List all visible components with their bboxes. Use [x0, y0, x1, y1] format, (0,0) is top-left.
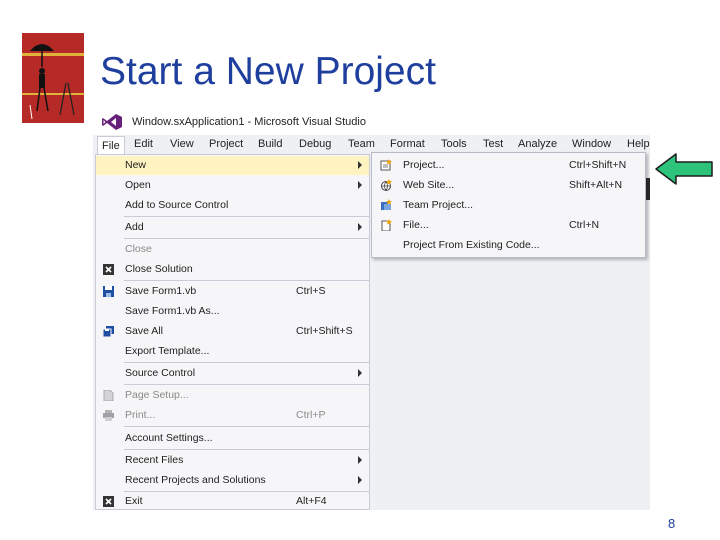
- window-title: Window.sxApplication1 - Microsoft Visual…: [132, 116, 366, 128]
- file-menu-item-export-template[interactable]: Export Template...: [96, 342, 369, 361]
- close-solution-icon: [103, 264, 114, 275]
- menu-item-label: Add to Source Control: [125, 199, 229, 211]
- exit-icon: [103, 496, 114, 507]
- new-project-icon: [380, 159, 392, 171]
- submenu-arrow-icon: [358, 476, 362, 484]
- menu-item-shortcut: Ctrl+Shift+S: [296, 325, 353, 337]
- file-menu-item-recent-projects[interactable]: Recent Projects and Solutions: [96, 471, 369, 490]
- file-menu-item-add-to-source-control[interactable]: Add to Source Control: [96, 196, 369, 215]
- web-site-icon: [381, 179, 392, 191]
- menu-item-label: Print...: [125, 409, 156, 421]
- new-submenu-item-project-from-existing-code[interactable]: Project From Existing Code...: [372, 235, 645, 255]
- new-submenu-item-team-project[interactable]: Team Project...: [372, 195, 645, 215]
- submenu-arrow-icon: [358, 223, 362, 231]
- menu-team[interactable]: Team: [348, 138, 375, 150]
- menu-separator: [124, 426, 369, 427]
- file-menu-item-print[interactable]: Print... Ctrl+P: [96, 406, 369, 425]
- menu-item-label: Page Setup...: [125, 389, 189, 401]
- toolbar-edge: [646, 178, 650, 200]
- menu-item-label: Recent Files: [125, 454, 184, 466]
- menu-window[interactable]: Window: [572, 138, 611, 150]
- menu-item-label: Close: [125, 243, 152, 255]
- file-menu-dropdown: New Open Add to Source Control Add Close…: [95, 154, 370, 510]
- new-submenu-item-file[interactable]: File... Ctrl+N: [372, 215, 645, 235]
- menu-separator: [124, 384, 369, 385]
- menu-item-label: Close Solution: [125, 263, 193, 275]
- menu-item-shortcut: Ctrl+N: [569, 219, 600, 231]
- page-number: 8: [668, 516, 676, 531]
- print-icon: [103, 410, 114, 421]
- pointer-arrow-icon: [655, 153, 713, 185]
- new-submenu: Project... Ctrl+Shift+N Web Site... Shif…: [371, 152, 646, 258]
- umbrella-figure-icon: [22, 33, 84, 123]
- file-menu-item-open[interactable]: Open: [96, 176, 369, 195]
- menu-item-label: Team Project...: [403, 199, 474, 211]
- menu-item-label: Save Form1.vb: [125, 285, 197, 297]
- menu-item-label: Project...: [403, 159, 445, 171]
- slide-title: Start a New Project: [100, 50, 436, 93]
- save-icon: [103, 286, 114, 297]
- menu-project[interactable]: Project: [209, 138, 243, 150]
- menu-debug[interactable]: Debug: [299, 138, 331, 150]
- menu-item-shortcut: Shift+Alt+N: [569, 179, 623, 191]
- menu-item-label: Save Form1.vb As...: [125, 305, 220, 317]
- menu-item-shortcut: Alt+F4: [296, 495, 327, 507]
- menu-item-shortcut: Ctrl+Shift+N: [569, 159, 627, 171]
- menu-view[interactable]: View: [170, 138, 194, 150]
- file-menu-item-account-settings[interactable]: Account Settings...: [96, 429, 369, 448]
- window-titlebar: Window.sxApplication1 - Microsoft Visual…: [93, 108, 650, 135]
- file-menu-item-add[interactable]: Add: [96, 218, 369, 237]
- menu-item-label: Account Settings...: [125, 432, 213, 444]
- file-menu-item-save-all[interactable]: Save All Ctrl+Shift+S: [96, 322, 369, 341]
- slide-logo: [22, 33, 84, 123]
- new-submenu-item-web-site[interactable]: Web Site... Shift+Alt+N: [372, 175, 645, 195]
- menu-analyze[interactable]: Analyze: [518, 138, 557, 150]
- submenu-arrow-icon: [358, 181, 362, 189]
- submenu-arrow-icon: [358, 161, 362, 169]
- menu-item-shortcut: Ctrl+P: [296, 409, 326, 421]
- menu-help[interactable]: Help: [627, 138, 650, 150]
- menu-item-label: Open: [125, 179, 151, 191]
- menu-item-label: File...: [403, 219, 429, 231]
- menu-file[interactable]: File: [97, 136, 125, 155]
- menu-separator: [124, 238, 369, 239]
- visual-studio-logo-icon: [102, 114, 122, 130]
- file-menu-item-save-as[interactable]: Save Form1.vb As...: [96, 302, 369, 321]
- file-menu-item-close[interactable]: Close: [96, 240, 369, 259]
- submenu-arrow-icon: [358, 456, 362, 464]
- menu-edit[interactable]: Edit: [134, 138, 153, 150]
- menu-format[interactable]: Format: [390, 138, 425, 150]
- menu-separator: [124, 216, 369, 217]
- menu-item-label: Export Template...: [125, 345, 210, 357]
- save-all-icon: [103, 326, 114, 337]
- visual-studio-screenshot: Window.sxApplication1 - Microsoft Visual…: [93, 108, 650, 510]
- menu-test[interactable]: Test: [483, 138, 503, 150]
- menu-item-label: Web Site...: [403, 179, 455, 191]
- submenu-arrow-icon: [358, 369, 362, 377]
- menu-separator: [124, 449, 369, 450]
- menu-build[interactable]: Build: [258, 138, 282, 150]
- file-menu-item-new[interactable]: New: [96, 156, 369, 175]
- file-menu-item-exit[interactable]: Exit Alt+F4: [96, 492, 369, 510]
- menu-item-label: Add: [125, 221, 144, 233]
- team-project-icon: [381, 199, 392, 210]
- new-submenu-item-project[interactable]: Project... Ctrl+Shift+N: [372, 155, 645, 175]
- menu-item-label: Exit: [125, 495, 143, 507]
- menu-tools[interactable]: Tools: [441, 138, 467, 150]
- menu-item-label: Recent Projects and Solutions: [125, 474, 266, 486]
- file-menu-item-recent-files[interactable]: Recent Files: [96, 451, 369, 470]
- file-menu-item-page-setup[interactable]: Page Setup...: [96, 386, 369, 405]
- file-menu-item-source-control[interactable]: Source Control: [96, 364, 369, 383]
- menu-separator: [124, 280, 369, 281]
- menu-item-label: New: [125, 159, 147, 171]
- menu-item-shortcut: Ctrl+S: [296, 285, 326, 297]
- new-file-icon: [381, 219, 392, 231]
- menu-item-label: Source Control: [125, 367, 196, 379]
- file-menu-item-save[interactable]: Save Form1.vb Ctrl+S: [96, 282, 369, 301]
- file-menu-item-close-solution[interactable]: Close Solution: [96, 260, 369, 279]
- menu-separator: [124, 362, 369, 363]
- menu-item-label: Save All: [125, 325, 163, 337]
- page-setup-icon: [103, 390, 114, 401]
- menu-item-label: Project From Existing Code...: [403, 239, 540, 251]
